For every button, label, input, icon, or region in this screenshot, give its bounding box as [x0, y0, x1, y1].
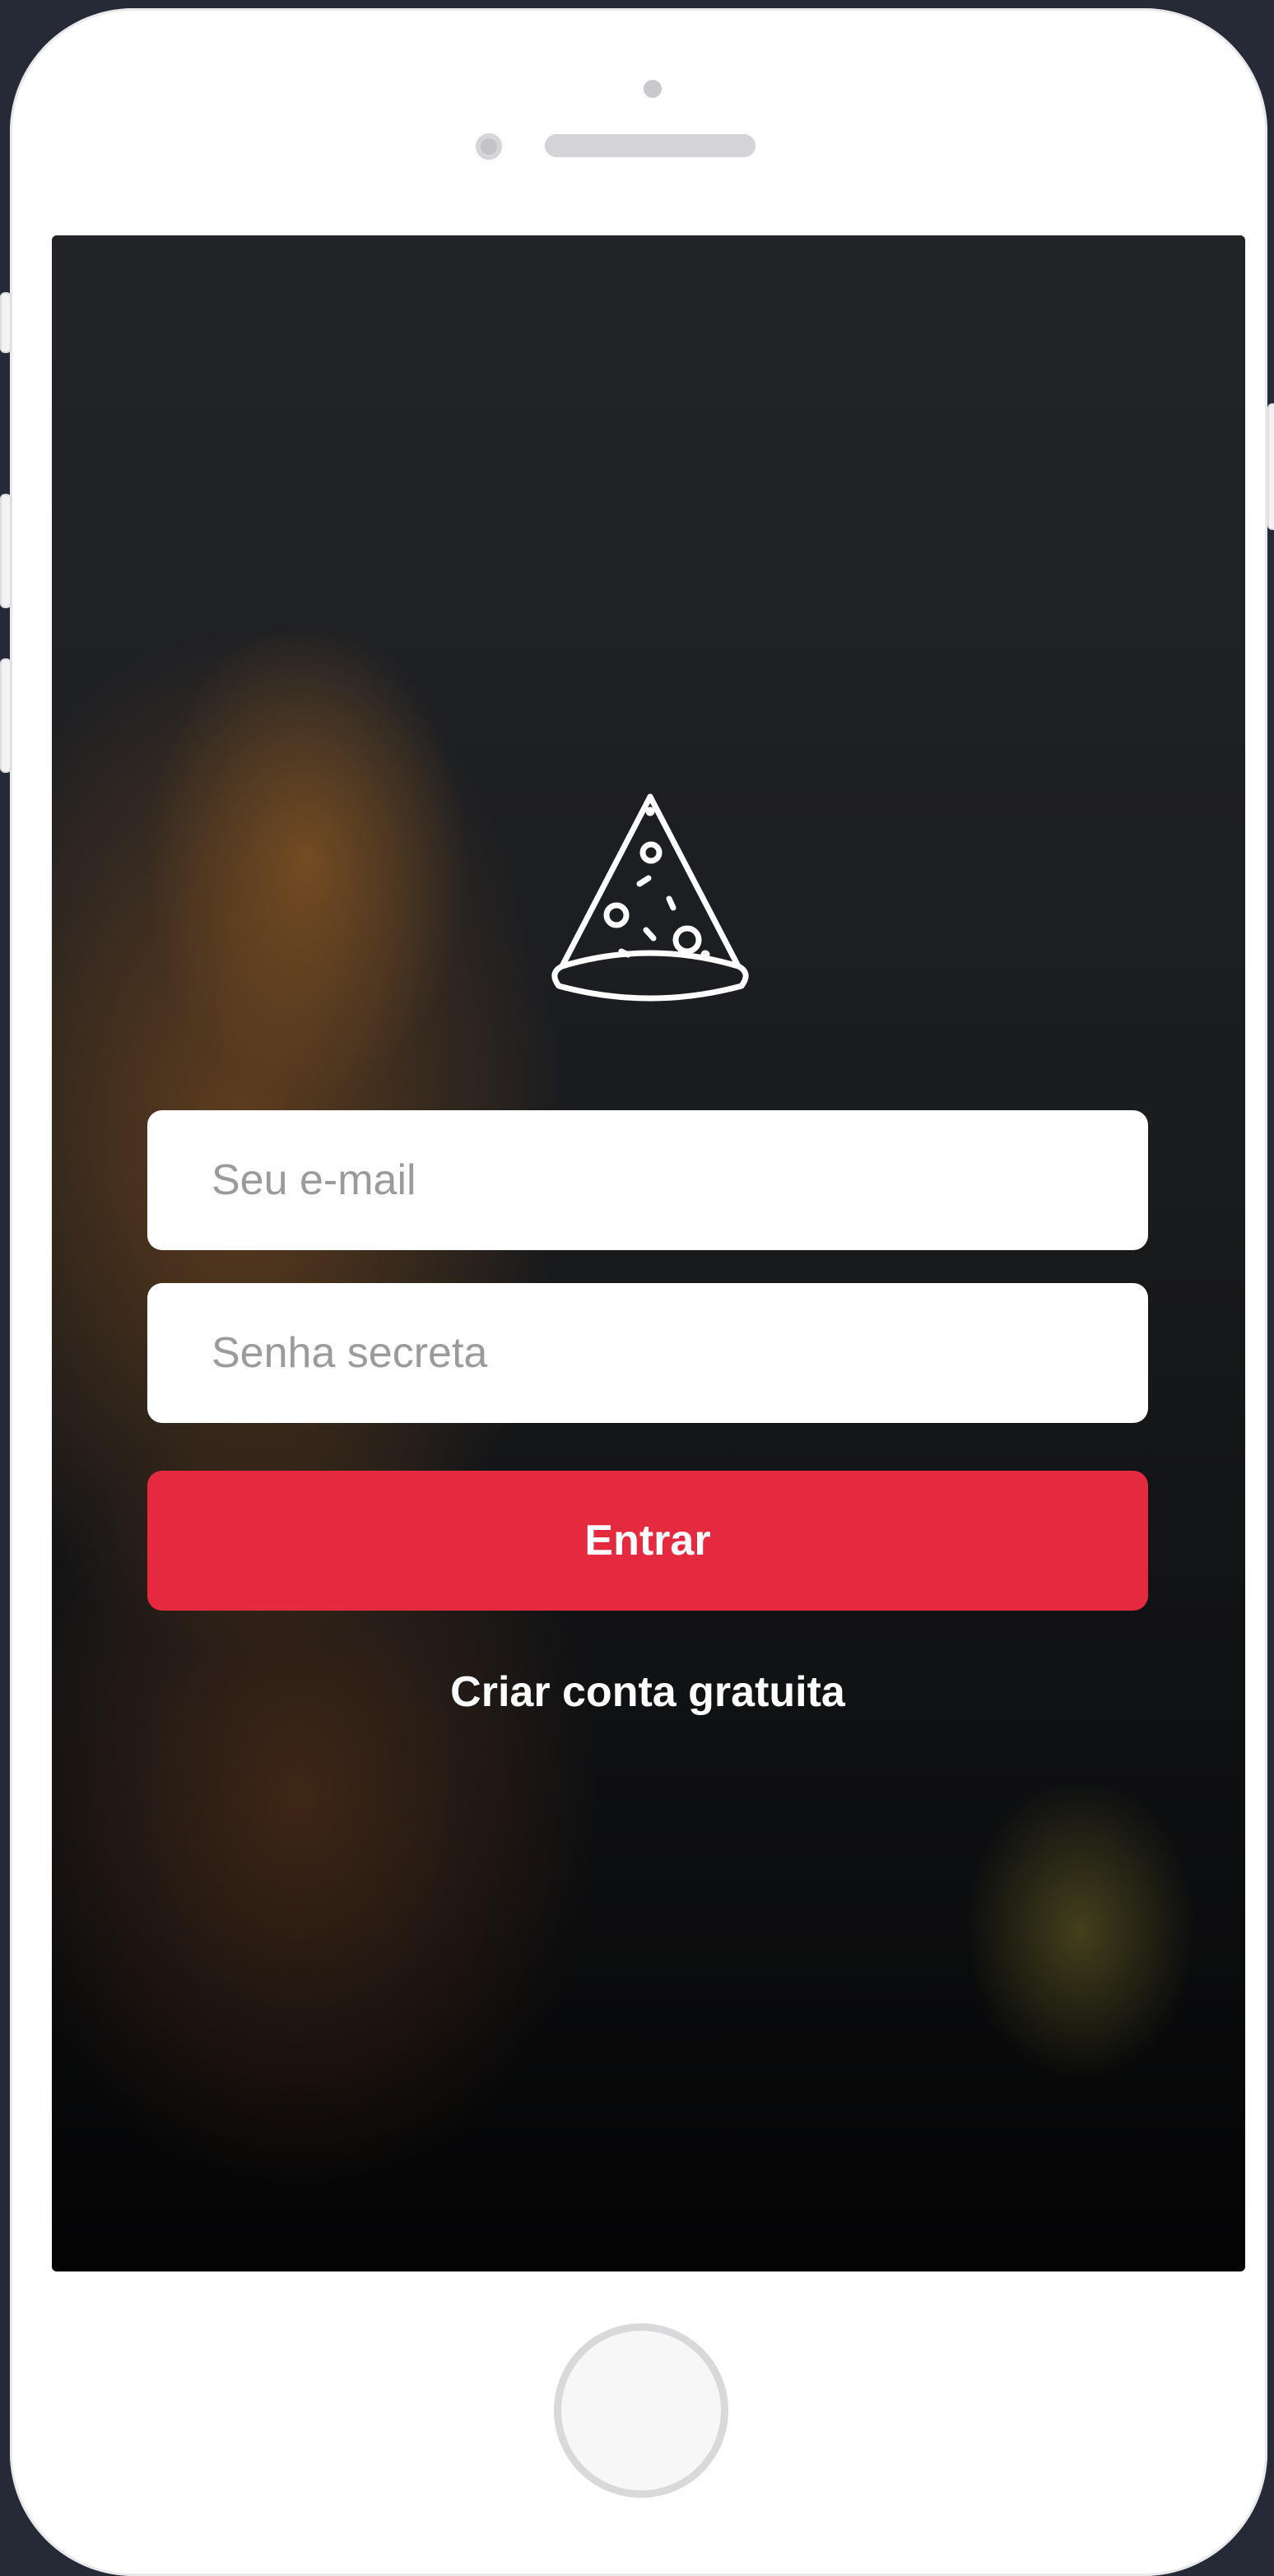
- pizza-slice-icon: [551, 793, 749, 1002]
- volume-up-button: [0, 494, 12, 608]
- front-camera: [476, 133, 502, 160]
- proximity-sensor: [644, 80, 662, 98]
- earpiece-speaker: [545, 134, 756, 157]
- create-account-link[interactable]: Criar conta gratuita: [147, 1667, 1148, 1717]
- login-screen: Entrar Criar conta gratuita: [52, 235, 1245, 2271]
- email-input[interactable]: [147, 1110, 1148, 1250]
- power-button: [1267, 403, 1274, 530]
- mute-switch: [0, 292, 12, 353]
- password-input[interactable]: [147, 1283, 1148, 1423]
- phone-frame: Entrar Criar conta gratuita: [0, 8, 1274, 2576]
- login-button[interactable]: Entrar: [147, 1471, 1148, 1611]
- login-form: Entrar Criar conta gratuita: [52, 235, 1245, 2271]
- home-button[interactable]: [554, 2323, 728, 2498]
- volume-down-button: [0, 658, 12, 773]
